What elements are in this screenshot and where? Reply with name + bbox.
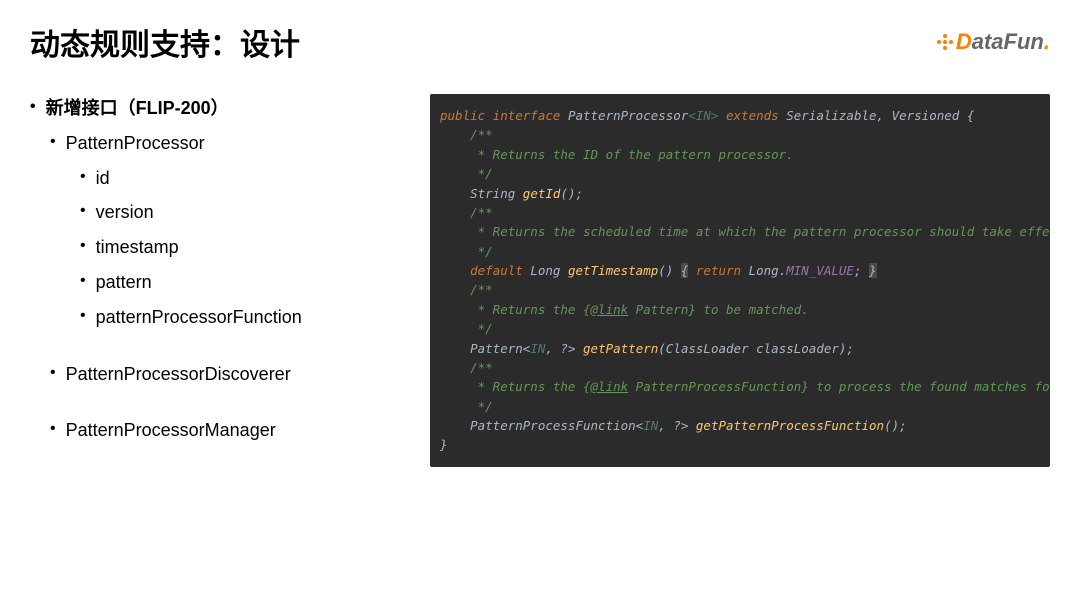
spacer — [30, 338, 410, 360]
bullet-item: pattern — [80, 268, 410, 297]
bullet-item: PatternProcessorDiscoverer — [50, 360, 410, 389]
code-comment: /** — [440, 358, 1040, 377]
code-comment: * Returns the scheduled time at which th… — [440, 222, 1040, 241]
code-line: default Long getTimestamp() { return Lon… — [440, 261, 1040, 280]
slide-title: 动态规则支持：设计 — [30, 20, 300, 64]
bullet-item: PatternProcessor — [50, 129, 410, 158]
code-comment: /** — [440, 203, 1040, 222]
code-line: } — [440, 435, 1040, 454]
logo-text: DataFun. — [956, 29, 1050, 55]
code-comment: * Returns the {@link Pattern} to be matc… — [440, 300, 1040, 319]
bullet-item: timestamp — [80, 233, 410, 262]
code-comment: /** — [440, 280, 1040, 299]
code-comment: */ — [440, 319, 1040, 338]
logo-dots-icon — [937, 34, 953, 50]
code-line: public interface PatternProcessor<IN> ex… — [440, 106, 1040, 125]
slide-content: 新增接口（FLIP-200） PatternProcessor id versi… — [30, 94, 1050, 467]
bullet-item: id — [80, 164, 410, 193]
code-comment: */ — [440, 164, 1040, 183]
code-comment: * Returns the {@link PatternProcessFunct… — [440, 377, 1040, 396]
code-line: Pattern<IN, ?> getPattern(ClassLoader cl… — [440, 339, 1040, 358]
bullet-item: 新增接口（FLIP-200） — [30, 94, 410, 123]
code-line: String getId(); — [440, 184, 1040, 203]
slide-header: 动态规则支持：设计 DataFun. — [30, 20, 1050, 64]
bullet-item: patternProcessorFunction — [80, 303, 410, 332]
code-line: PatternProcessFunction<IN, ?> getPattern… — [440, 416, 1040, 435]
code-comment: * Returns the ID of the pattern processo… — [440, 145, 1040, 164]
bullet-item: PatternProcessorManager — [50, 416, 410, 445]
datafun-logo: DataFun. — [937, 29, 1050, 55]
spacer — [30, 394, 410, 416]
bullet-item: version — [80, 198, 410, 227]
code-comment: /** — [440, 125, 1040, 144]
code-comment: */ — [440, 242, 1040, 261]
code-block: public interface PatternProcessor<IN> ex… — [430, 94, 1050, 467]
code-comment: */ — [440, 397, 1040, 416]
slide-container: 动态规则支持：设计 DataFun. 新增接口（FLIP-200） Patter… — [0, 0, 1080, 608]
bullet-list: 新增接口（FLIP-200） PatternProcessor id versi… — [30, 94, 410, 467]
